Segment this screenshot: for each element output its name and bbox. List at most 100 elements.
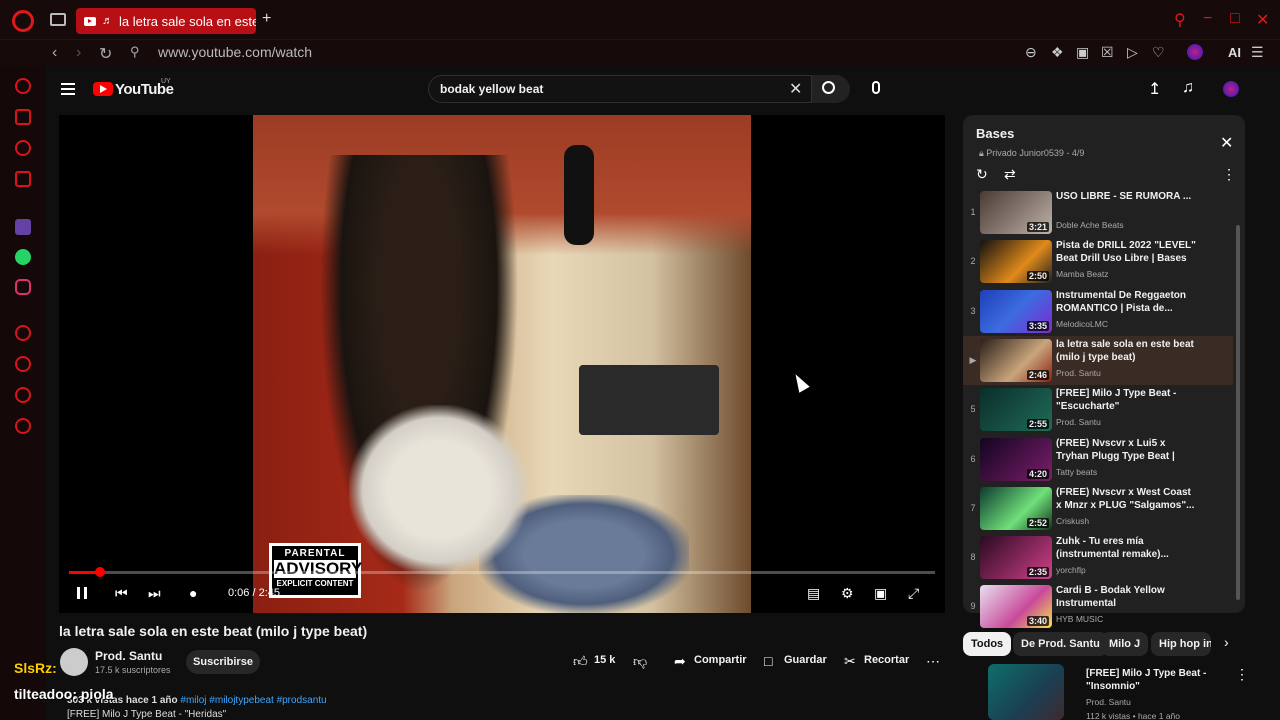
playlist-item-thumbnail[interactable]: 3:21 (980, 191, 1052, 234)
upload-icon[interactable]: ↥ (1148, 79, 1161, 99)
playlist-item-thumbnail[interactable]: 2:46 (980, 338, 1052, 382)
microphone-icon[interactable] (872, 81, 880, 94)
share-icon[interactable]: ➦ (674, 653, 686, 670)
playlist-item-thumbnail[interactable]: 2:52 (980, 486, 1052, 530)
snapshot-icon[interactable]: ▣ (1076, 44, 1089, 61)
account-avatar[interactable] (1223, 81, 1239, 97)
chip-milo-j[interactable]: Milo J (1101, 632, 1149, 656)
lock-icon[interactable]: ⚲ (130, 44, 140, 60)
video-player[interactable]: PARENTAL ADVISORY EXPLICIT CONTENT ⏮ ⏭ ●… (59, 115, 945, 613)
history-icon[interactable] (15, 356, 31, 372)
workspace-icon[interactable] (50, 13, 66, 26)
fullscreen-icon[interactable]: ⤢ (908, 585, 919, 602)
miniplayer-icon[interactable]: ▣ (874, 585, 887, 602)
forward-icon[interactable]: › (76, 44, 81, 62)
zoom-icon[interactable]: ⊖ (1025, 44, 1037, 61)
playlist-item-channel[interactable]: MelodicoLMC (1056, 319, 1108, 329)
playlist-title[interactable]: Bases (976, 126, 1014, 141)
chip-todos[interactable]: Todos (963, 632, 1012, 656)
settings-gear-icon[interactable]: ⚙ (841, 585, 854, 602)
playlist-item-channel[interactable]: Prod. Santu (1056, 368, 1101, 378)
playlist-item[interactable]: 1 3:21 USO LIBRE - SE RUMORA ... Doble Ache… (963, 188, 1233, 237)
notifications-bell-icon[interactable]: ♫ (1182, 79, 1194, 97)
playlist-item-title[interactable]: USO LIBRE - SE RUMORA ... (1056, 190, 1196, 203)
share-button[interactable]: Compartir (694, 654, 747, 666)
playlist-item[interactable]: 3 3:35 Instrumental De Reggaeton ROMANTICO… (963, 287, 1233, 336)
playlist-item-channel[interactable]: Doble Ache Beats (1056, 220, 1124, 230)
clip-icon[interactable]: ✂ (844, 653, 856, 670)
chip-de-prod-santu[interactable]: De Prod. Santu (1013, 632, 1108, 656)
player-sidebar-icon[interactable] (15, 325, 31, 341)
next-icon[interactable]: ⏭ (148, 585, 161, 602)
heart-icon[interactable]: ♡ (1152, 44, 1165, 61)
close-window-button[interactable]: ✕ (1256, 10, 1269, 30)
pin-icon[interactable]: ❖ (1051, 44, 1064, 61)
volume-icon[interactable]: ● (189, 585, 197, 601)
recommendation-thumbnail[interactable] (988, 664, 1064, 720)
playlist-item-channel[interactable]: Mamba Beatz (1056, 269, 1108, 279)
playlist-item-title[interactable]: (FREE) Nvscvr x West Coast x Mnzr x PLUG… (1056, 486, 1196, 512)
playlist-item-thumbnail[interactable]: 2:55 (980, 388, 1052, 432)
workspaces-icon[interactable] (15, 171, 31, 187)
save-button[interactable]: Guardar (784, 654, 827, 666)
playlist-item[interactable]: ▶ 2:46 la letra sale sola en este beat (mi… (963, 335, 1233, 385)
clip-button[interactable]: Recortar (864, 654, 909, 666)
like-count[interactable]: 15 k (594, 654, 615, 666)
settings-icon[interactable] (15, 418, 31, 434)
new-tab-button[interactable]: + (262, 10, 271, 28)
playlist-item-thumbnail[interactable]: 4:20 (980, 437, 1052, 481)
playlist-item-title[interactable]: Zuhk - Tu eres mía (instrumental remake)… (1056, 535, 1196, 561)
twitch-icon[interactable] (15, 219, 31, 235)
playlist-item[interactable]: 9 3:40 Cardi B - Bodak Yellow Instrumental… (963, 582, 1233, 631)
clear-search-icon[interactable]: ✕ (789, 79, 802, 99)
recommendation-title[interactable]: [FREE] Milo J Type Beat - "Insomnio" (1086, 667, 1226, 693)
extensions-icon[interactable] (15, 387, 31, 403)
playlist-item-title[interactable]: [FREE] Milo J Type Beat - "Escucharte" (1056, 387, 1196, 413)
shuffle-icon[interactable]: ⇄ (1004, 166, 1016, 183)
hamburger-menu-icon[interactable] (61, 83, 75, 95)
adblock-icon[interactable]: ☒ (1101, 44, 1114, 61)
speaker-icon[interactable]: ♬ (102, 15, 113, 27)
minimize-button[interactable]: − (1203, 10, 1212, 28)
youtube-logo-icon[interactable] (93, 82, 113, 96)
playlist-item-channel[interactable]: Tatty beats (1056, 467, 1097, 477)
aria-icon[interactable] (15, 78, 31, 94)
save-icon[interactable]: □ (764, 653, 772, 669)
recommendation-more-icon[interactable]: ⋮ (1235, 666, 1249, 683)
back-icon[interactable]: ‹ (52, 44, 57, 62)
playlist-scrollbar[interactable] (1236, 225, 1240, 600)
progress-scrubber[interactable] (95, 567, 105, 577)
playlist-item-thumbnail[interactable]: 3:35 (980, 289, 1052, 333)
extension-icon[interactable] (1187, 44, 1203, 60)
video-tags[interactable]: #miloj #milojtypebeat #prodsantu (180, 695, 326, 706)
loop-icon[interactable]: ↻ (976, 166, 988, 183)
instagram-icon[interactable] (15, 279, 31, 295)
playlist-item-title[interactable]: Cardi B - Bodak Yellow Instrumental (1056, 584, 1196, 610)
playlist-item[interactable]: 5 2:55 [FREE] Milo J Type Beat - "Escuchar… (963, 385, 1233, 434)
crypto-wallet-icon[interactable] (15, 109, 31, 125)
opera-logo-icon[interactable] (12, 10, 34, 32)
playlist-item-channel[interactable]: yorchflp (1056, 565, 1086, 575)
playlist-item[interactable]: 7 2:52 (FREE) Nvscvr x West Coast x Mnzr x… (963, 484, 1233, 533)
reload-icon[interactable]: ↻ (99, 44, 112, 64)
playlist-more-icon[interactable]: ⋮ (1222, 166, 1236, 183)
search-query[interactable]: bodak yellow beat (440, 82, 543, 96)
aria-ai-button[interactable]: AI (1228, 45, 1241, 60)
dislike-icon[interactable]: 👎︎ (633, 653, 647, 670)
easy-setup-icon[interactable]: ☰ (1251, 44, 1264, 61)
playlist-item-channel[interactable]: Prod. Santu (1056, 417, 1101, 427)
playlist-close-icon[interactable]: ✕ (1220, 133, 1233, 153)
playlist-item[interactable]: 8 2:35 Zuhk - Tu eres mía (instrumental re… (963, 533, 1233, 582)
progress-bar[interactable] (69, 571, 935, 574)
captions-icon[interactable]: ▤ (807, 585, 820, 602)
playlist-item-title[interactable]: la letra sale sola en este beat (milo j … (1056, 338, 1196, 364)
playlist-item-title[interactable]: Pista de DRILL 2022 "LEVEL" Beat Drill U… (1056, 239, 1196, 266)
previous-icon[interactable]: ⏮ (115, 585, 128, 602)
chips-next-icon[interactable]: › (1224, 634, 1229, 650)
subscribe-button[interactable]: Suscribirse (186, 650, 260, 674)
playlist-item-thumbnail[interactable]: 3:40 (980, 585, 1052, 629)
playlist-item-title[interactable]: Instrumental De Reggaeton ROMANTICO | Pi… (1056, 289, 1196, 315)
player-icon[interactable]: ▷ (1127, 44, 1138, 61)
pause-icon[interactable] (77, 587, 87, 599)
like-icon[interactable]: 👍︎ (573, 653, 588, 670)
